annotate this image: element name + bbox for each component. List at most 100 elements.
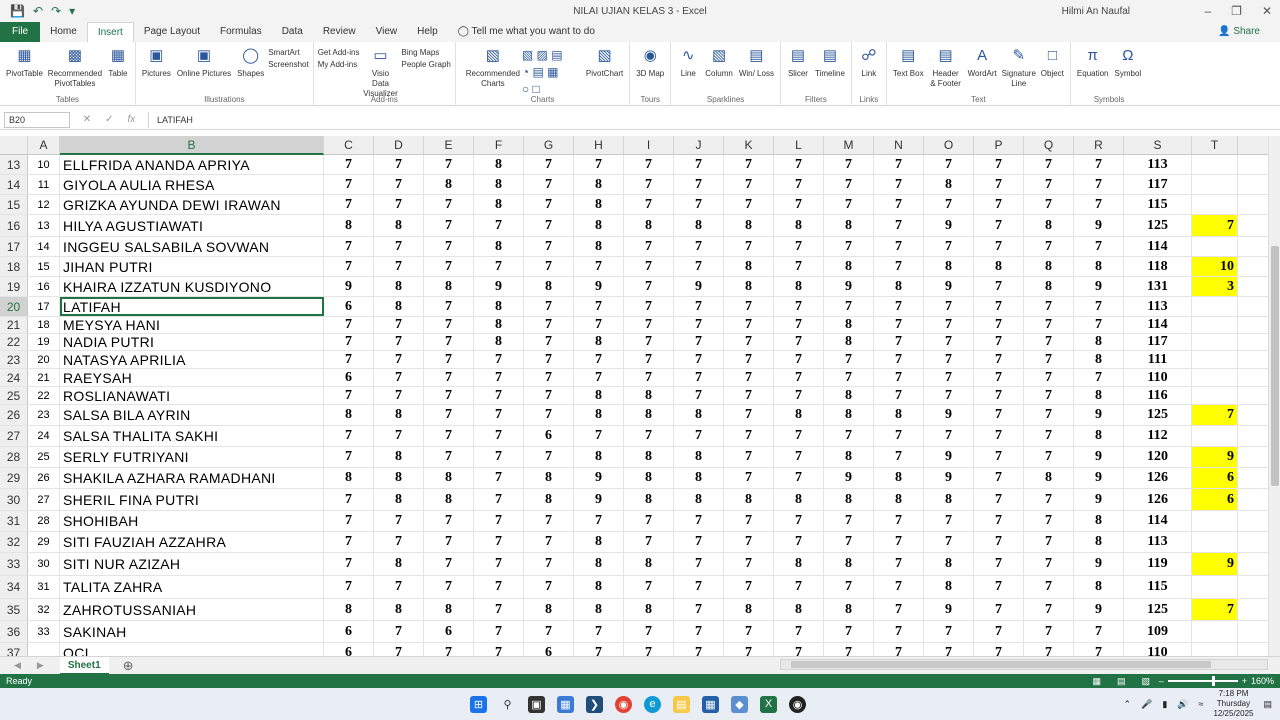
score-cell[interactable]: 7	[424, 351, 474, 368]
score-cell[interactable]: 8	[724, 489, 774, 510]
score-cell[interactable]: 7	[1024, 155, 1074, 174]
score-cell[interactable]: 7	[374, 387, 424, 404]
name-cell[interactable]: ZAHROTUSSANIAH	[60, 599, 324, 620]
rank-cell[interactable]	[1192, 237, 1238, 256]
score-cell[interactable]: 8	[474, 237, 524, 256]
score-cell[interactable]: 7	[424, 643, 474, 656]
score-cell[interactable]: 7	[1024, 334, 1074, 350]
score-cell[interactable]: 7	[724, 297, 774, 316]
score-cell[interactable]: 7	[824, 576, 874, 598]
score-cell[interactable]: 7	[374, 334, 424, 350]
score-cell[interactable]: 8	[774, 215, 824, 236]
score-cell[interactable]: 7	[624, 426, 674, 446]
page-layout-view-icon[interactable]: ▤	[1117, 676, 1126, 687]
score-cell[interactable]: 7	[724, 195, 774, 214]
name-cell[interactable]: JIHAN PUTRI	[60, 257, 324, 276]
number-cell[interactable]: 33	[28, 621, 60, 642]
score-cell[interactable]: 8	[824, 317, 874, 333]
score-cell[interactable]: 8	[574, 215, 624, 236]
score-cell[interactable]: 7	[624, 175, 674, 194]
score-cell[interactable]: 8	[574, 237, 624, 256]
score-cell[interactable]: 8	[524, 489, 574, 510]
score-cell[interactable]: 7	[824, 351, 874, 368]
start-icon[interactable]: ⊞	[470, 695, 487, 713]
store-icon[interactable]: ▦	[702, 695, 719, 713]
smartart-button[interactable]: SmartArt	[268, 48, 308, 57]
score-cell[interactable]: 7	[624, 511, 674, 531]
pivotchart-button[interactable]: ▧ PivotChart	[584, 46, 625, 79]
score-cell[interactable]: 8	[424, 599, 474, 620]
score-cell[interactable]: 8	[624, 489, 674, 510]
score-cell[interactable]: 7	[474, 621, 524, 642]
score-cell[interactable]: 8	[424, 175, 474, 194]
score-cell[interactable]: 7	[774, 369, 824, 386]
number-cell[interactable]: 10	[28, 155, 60, 174]
score-cell[interactable]: 8	[724, 277, 774, 296]
name-box[interactable]: B20	[4, 111, 70, 128]
name-cell[interactable]: RAEYSAH	[60, 369, 324, 386]
column-header[interactable]: D	[374, 136, 424, 155]
score-cell[interactable]: 7	[474, 369, 524, 386]
score-cell[interactable]: 8	[524, 468, 574, 488]
restore-icon[interactable]: ❐	[1231, 4, 1242, 18]
pictures-button[interactable]: ▣ Pictures	[140, 46, 173, 79]
score-cell[interactable]: 7	[1074, 195, 1124, 214]
score-cell[interactable]: 8	[624, 599, 674, 620]
score-cell[interactable]: 7	[424, 447, 474, 467]
score-cell[interactable]: 7	[574, 426, 624, 446]
score-cell[interactable]: 8	[824, 489, 874, 510]
score-cell[interactable]: 7	[624, 351, 674, 368]
timeline-button[interactable]: ▤ Timeline	[813, 46, 847, 79]
enter-icon[interactable]: ✓	[105, 114, 113, 125]
score-cell[interactable]: 7	[774, 643, 824, 656]
column-header[interactable]: T	[1192, 136, 1238, 155]
column-header[interactable]: O	[924, 136, 974, 155]
score-cell[interactable]: 7	[874, 532, 924, 552]
score-cell[interactable]: 7	[524, 387, 574, 404]
score-cell[interactable]: 9	[824, 277, 874, 296]
score-cell[interactable]: 7	[874, 317, 924, 333]
score-cell[interactable]: 7	[674, 175, 724, 194]
score-cell[interactable]: 8	[324, 599, 374, 620]
score-cell[interactable]: 7	[974, 155, 1024, 174]
score-cell[interactable]: 7	[874, 576, 924, 598]
score-cell[interactable]: 7	[774, 511, 824, 531]
score-cell[interactable]: 7	[874, 334, 924, 350]
score-cell[interactable]: 6	[424, 621, 474, 642]
score-cell[interactable]: 7	[624, 576, 674, 598]
score-cell[interactable]: 7	[974, 351, 1024, 368]
total-cell[interactable]: 131	[1124, 277, 1192, 296]
score-cell[interactable]: 7	[774, 532, 824, 552]
score-cell[interactable]: 7	[974, 277, 1024, 296]
column-header[interactable]: G	[524, 136, 574, 155]
score-cell[interactable]: 7	[724, 621, 774, 642]
column-header[interactable]: J	[674, 136, 724, 155]
row-header[interactable]: 18	[0, 257, 28, 276]
row-header[interactable]: 22	[0, 334, 28, 350]
score-cell[interactable]: 8	[1074, 532, 1124, 552]
score-cell[interactable]: 7	[874, 553, 924, 575]
score-cell[interactable]: 7	[924, 334, 974, 350]
score-cell[interactable]: 8	[374, 447, 424, 467]
row-header[interactable]: 17	[0, 237, 28, 256]
score-cell[interactable]: 7	[824, 643, 874, 656]
score-cell[interactable]: 7	[724, 532, 774, 552]
sparkline-winloss-button[interactable]: ▤ Win/ Loss	[737, 46, 776, 79]
score-cell[interactable]: 7	[924, 511, 974, 531]
score-cell[interactable]: 7	[874, 175, 924, 194]
score-cell[interactable]: 7	[374, 351, 424, 368]
score-cell[interactable]: 8	[1024, 257, 1074, 276]
score-cell[interactable]: 8	[574, 599, 624, 620]
score-cell[interactable]: 7	[624, 643, 674, 656]
score-cell[interactable]: 8	[974, 257, 1024, 276]
score-cell[interactable]: 7	[474, 553, 524, 575]
name-cell[interactable]: MEYSYA HANI	[60, 317, 324, 333]
name-cell[interactable]: SHOHIBAH	[60, 511, 324, 531]
rank-cell[interactable]: 6	[1192, 468, 1238, 488]
score-cell[interactable]: 8	[624, 553, 674, 575]
name-cell[interactable]: HILYA AGUSTIAWATI	[60, 215, 324, 236]
name-cell[interactable]: NADIA PUTRI	[60, 334, 324, 350]
score-cell[interactable]: 7	[374, 643, 424, 656]
scatter-chart-icon[interactable]: ○ □	[522, 82, 582, 96]
score-cell[interactable]: 7	[1024, 599, 1074, 620]
